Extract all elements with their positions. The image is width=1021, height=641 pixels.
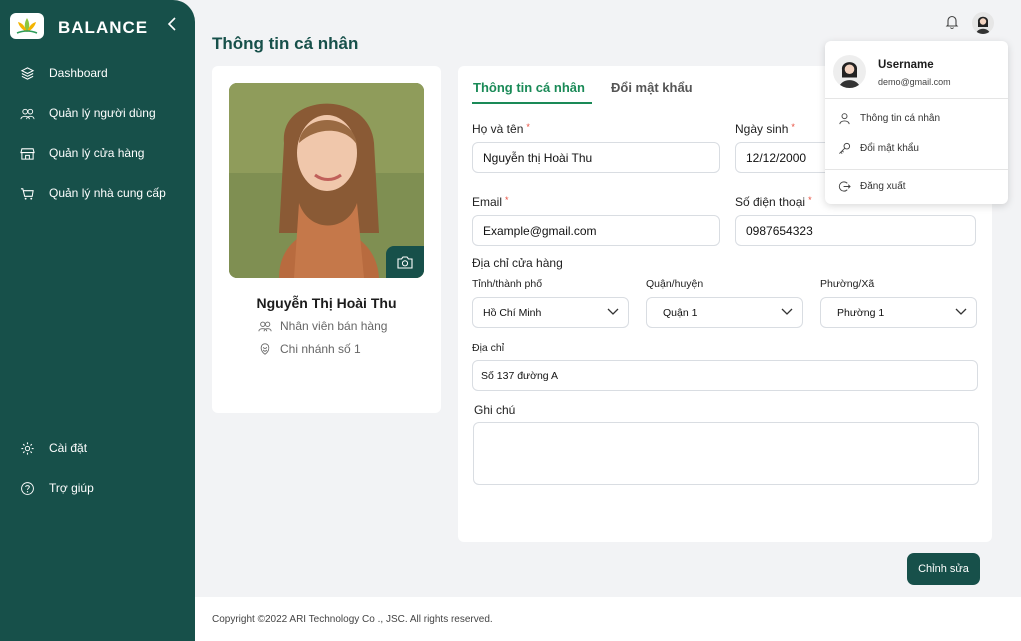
district-select[interactable]: Quận 1 — [646, 297, 803, 328]
email-label: Email * — [472, 195, 509, 209]
divider — [825, 169, 1008, 170]
layers-icon — [20, 66, 35, 80]
sidebar-item-label: Trợ giúp — [49, 481, 94, 495]
gear-icon — [21, 441, 34, 455]
profile-role: Nhân viên bán hàng — [258, 319, 387, 333]
users-icon — [258, 321, 272, 332]
sidebar-item-users[interactable]: Quản lý người dùng — [20, 103, 156, 123]
email-field[interactable]: Example@gmail.com — [472, 215, 720, 246]
address-label: Địa chỉ — [472, 342, 505, 354]
user-icon — [839, 113, 850, 125]
menu-item-label: Đăng xuất — [860, 181, 906, 192]
fullname-value: Nguyễn thị Hoài Thu — [483, 150, 593, 165]
avatar[interactable] — [972, 12, 994, 34]
sidebar-item-help[interactable]: Trợ giúp — [20, 478, 94, 498]
menu-item-profile[interactable]: Thông tin cá nhân — [838, 112, 940, 125]
district-label: Quận/huyện — [646, 278, 704, 290]
menu-item-change-password[interactable]: Đổi mật khẩu — [838, 142, 919, 155]
sidebar-item-label: Cài đặt — [49, 441, 88, 455]
tab-change-password[interactable]: Đổi mật khẩu — [611, 80, 693, 95]
edit-button[interactable]: Chỉnh sửa — [907, 553, 980, 585]
province-select[interactable]: Hồ Chí Minh — [472, 297, 629, 328]
dob-label-text: Ngày sinh — [735, 122, 789, 136]
note-textarea[interactable] — [473, 422, 979, 485]
dob-label: Ngày sinh * — [735, 122, 795, 136]
user-menu-dropdown: Username demo@gmail.com Thông tin cá nhâ… — [825, 41, 1008, 204]
bell-icon[interactable] — [945, 14, 959, 30]
logout-icon — [838, 181, 851, 192]
required-mark: * — [505, 195, 509, 205]
chevron-down-icon — [607, 308, 619, 315]
page-title: Thông tin cá nhân — [212, 34, 359, 53]
menu-email: demo@gmail.com — [878, 77, 951, 87]
branch-icon — [260, 343, 270, 355]
key-icon — [839, 142, 851, 154]
footer: Copyright ©2022 ARI Technology Co ., JSC… — [195, 597, 1021, 641]
profile-card: Nguyễn Thị Hoài Thu Nhân viên bán hàng C… — [212, 66, 441, 413]
sidebar-item-stores[interactable]: Quản lý cửa hàng — [20, 143, 144, 163]
ward-select[interactable]: Phường 1 — [820, 297, 977, 328]
fullname-field[interactable]: Nguyễn thị Hoài Thu — [472, 142, 720, 173]
change-photo-button[interactable] — [386, 246, 424, 278]
email-label-text: Email — [472, 195, 503, 209]
sidebar-item-label: Quản lý nhà cung cấp — [49, 186, 166, 200]
sidebar-item-settings[interactable]: Cài đặt — [20, 438, 87, 458]
phone-label: Số điện thoại * — [735, 195, 812, 209]
menu-item-logout[interactable]: Đăng xuất — [838, 180, 906, 193]
camera-icon — [397, 255, 413, 269]
store-icon — [20, 147, 35, 160]
phone-field[interactable]: 0987654323 — [735, 215, 976, 246]
email-value: Example@gmail.com — [483, 223, 597, 238]
address-field[interactable]: Số 137 đường A — [472, 360, 978, 391]
province-value: Hồ Chí Minh — [483, 306, 542, 319]
brand-name: BALANCE — [58, 18, 149, 37]
district-value: Quận 1 — [663, 306, 698, 319]
required-mark: * — [808, 195, 812, 205]
profile-branch: Chi nhánh số 1 — [258, 342, 361, 356]
chevron-down-icon — [955, 308, 967, 315]
fullname-label-text: Họ và tên — [472, 122, 524, 136]
province-label: Tỉnh/thành phố — [472, 278, 543, 290]
ward-label: Phường/Xã — [820, 278, 875, 290]
tab-active-indicator — [472, 102, 592, 104]
required-mark: * — [526, 122, 530, 132]
menu-username: Username — [878, 59, 934, 71]
required-mark: * — [791, 122, 795, 132]
sidebar-item-label: Quản lý người dùng — [49, 106, 156, 120]
address-value: Số 137 đường A — [481, 369, 558, 382]
sidebar-item-suppliers[interactable]: Quản lý nhà cung cấp — [20, 183, 166, 203]
fullname-label: Họ và tên * — [472, 122, 530, 136]
sidebar-item-label: Dashboard — [49, 66, 108, 80]
copyright-text: Copyright ©2022 ARI Technology Co ., JSC… — [212, 614, 493, 625]
users-icon — [20, 108, 35, 119]
cart-icon — [20, 187, 34, 200]
profile-role-text: Nhân viên bán hàng — [280, 319, 388, 333]
sidebar-item-dashboard[interactable]: Dashboard — [20, 63, 108, 83]
dob-value: 12/12/2000 — [746, 150, 807, 165]
tab-personal-info[interactable]: Thông tin cá nhân — [473, 80, 585, 95]
logo-icon — [10, 13, 44, 39]
note-label: Ghi chú — [474, 403, 516, 417]
phone-value: 0987654323 — [746, 223, 813, 238]
menu-item-label: Đổi mật khẩu — [860, 143, 919, 154]
profile-name: Nguyễn Thị Hoài Thu — [256, 295, 397, 311]
phone-label-text: Số điện thoại — [735, 195, 806, 209]
chevron-down-icon — [781, 308, 793, 315]
chevron-left-icon[interactable] — [165, 15, 179, 33]
sidebar-item-label: Quản lý cửa hàng — [49, 146, 145, 160]
menu-item-label: Thông tin cá nhân — [860, 113, 941, 124]
sidebar: BALANCE Dashboard Quản lý người dùng Quả… — [0, 0, 195, 641]
profile-photo — [229, 83, 424, 278]
store-address-label: Địa chỉ cửa hàng — [472, 256, 563, 270]
divider — [825, 98, 1008, 99]
avatar — [833, 55, 866, 88]
ward-value: Phường 1 — [837, 306, 885, 319]
help-icon — [21, 481, 34, 495]
profile-branch-text: Chi nhánh số 1 — [280, 342, 361, 356]
